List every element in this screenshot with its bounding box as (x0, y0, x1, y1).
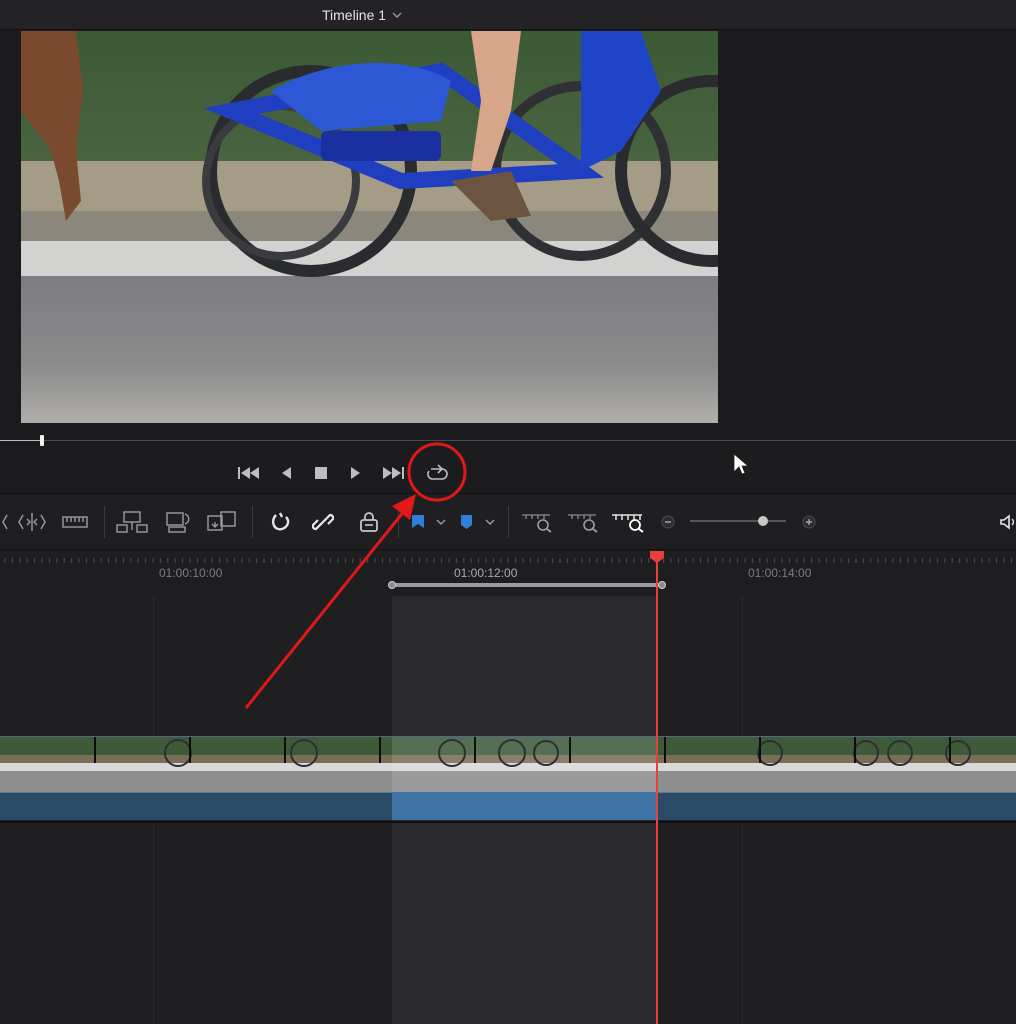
play-icon (351, 467, 360, 479)
zoom-slider-knob[interactable] (758, 516, 768, 526)
playhead-line[interactable] (656, 560, 658, 1024)
overwrite-clip-button[interactable] (162, 508, 192, 536)
zoom-full-icon (522, 514, 552, 533)
timecode-label: 01:00:14:00 (748, 566, 812, 580)
zoom-in-icon (802, 515, 816, 529)
timeline-toolbar (0, 494, 1016, 550)
scrub-handle[interactable] (40, 435, 44, 446)
overwrite-clip-icon (166, 512, 190, 533)
insert-clip-icon (116, 511, 148, 533)
linked-selection-icon (312, 513, 334, 531)
replace-clip-icon (207, 511, 236, 531)
zoom-full-button[interactable] (520, 508, 554, 536)
clip-thumbnails (0, 737, 1016, 793)
marker-icon (461, 515, 495, 529)
flag-icon (412, 515, 446, 528)
in-point-handle[interactable] (388, 581, 396, 589)
zoom-out-icon (661, 515, 675, 529)
position-lock-button[interactable] (356, 508, 382, 536)
stop-icon (315, 467, 327, 479)
ruler-ticks (4, 558, 1012, 563)
zoom-in-button[interactable] (801, 508, 817, 536)
linked-selection-button[interactable] (310, 508, 336, 536)
out-point-handle[interactable] (658, 581, 666, 589)
skip-to-start-button[interactable] (237, 461, 261, 485)
toolbar-separator (398, 506, 399, 538)
timeline-selector[interactable]: Timeline 1 (322, 7, 402, 23)
scrub-progress (0, 440, 42, 441)
toolbar-separator (252, 506, 253, 538)
marker-button[interactable] (456, 508, 498, 536)
toolbar-separator (104, 506, 105, 538)
transport-controls (0, 452, 1016, 494)
timeline-title-label: Timeline 1 (322, 7, 387, 23)
loop-button[interactable] (425, 461, 449, 485)
zoom-detail-icon (568, 514, 598, 533)
skip-to-end-button[interactable] (381, 461, 405, 485)
dynamic-trim-icon (2, 514, 8, 530)
skip-to-start-icon (238, 467, 259, 479)
zoom-slider-track[interactable] (690, 520, 786, 522)
loop-icon (427, 464, 448, 480)
clip-selected-range[interactable] (392, 792, 658, 820)
timecode-label: 01:00:10:00 (159, 566, 223, 580)
snapping-icon (271, 512, 290, 531)
reverse-play-icon (282, 467, 291, 479)
viewer-scrubber[interactable] (0, 426, 1016, 452)
position-lock-icon (360, 512, 378, 532)
insert-clip-button[interactable] (114, 508, 150, 536)
play-button[interactable] (344, 461, 368, 485)
audio-volume-icon (1000, 514, 1015, 530)
razor-blade-button[interactable] (60, 508, 90, 536)
flag-button[interactable] (408, 508, 448, 536)
snapping-button[interactable] (268, 508, 294, 536)
replace-clip-button[interactable] (204, 508, 240, 536)
zoom-out-button[interactable] (660, 508, 676, 536)
audio-volume-button[interactable] (998, 508, 1016, 536)
timeline-tracks[interactable] (0, 596, 1016, 1024)
zoom-custom-button[interactable] (610, 508, 646, 536)
skip-to-end-icon (383, 467, 404, 479)
dynamic-trim-button[interactable] (0, 508, 12, 536)
zoom-custom-icon (612, 514, 644, 533)
scrub-track (0, 440, 1016, 441)
timeline-ruler[interactable]: 01:00:10:00 01:00:12:00 01:00:14:00 (0, 550, 1016, 596)
playhead-handle[interactable] (649, 550, 665, 564)
trim-edit-icon (18, 513, 46, 531)
reverse-play-button[interactable] (274, 461, 298, 485)
razor-blade-icon (62, 516, 88, 528)
zoom-detail-button[interactable] (566, 508, 600, 536)
in-out-range-bar[interactable] (392, 583, 662, 587)
trim-edit-button[interactable] (16, 508, 48, 536)
video-preview (21, 31, 718, 423)
toolbar-separator (508, 506, 509, 538)
chevron-down-icon (392, 12, 402, 18)
track-divider (0, 821, 1016, 823)
timecode-label: 01:00:12:00 (454, 566, 518, 580)
viewer-header: Timeline 1 (0, 0, 1016, 30)
stop-button[interactable] (309, 461, 333, 485)
